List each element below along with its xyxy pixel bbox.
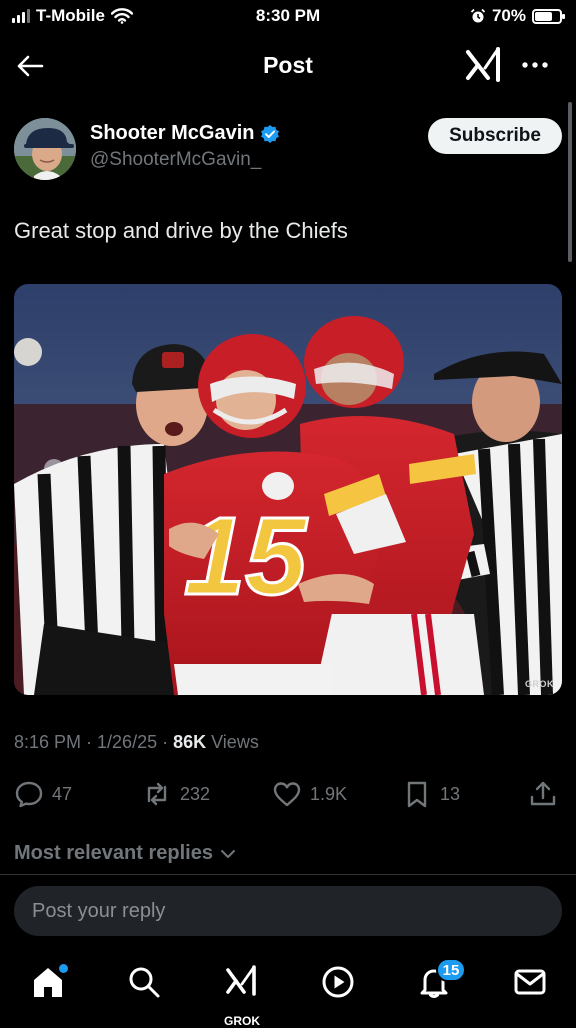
battery-icon bbox=[532, 8, 565, 24]
subscribe-button[interactable]: Subscribe bbox=[428, 118, 562, 154]
reply-button[interactable]: 47 bbox=[14, 776, 72, 812]
reply-input[interactable]: Post your reply bbox=[14, 886, 562, 936]
bottom-nav: GROK 15 bbox=[0, 950, 576, 1028]
scrollbar[interactable] bbox=[568, 102, 572, 262]
author-name[interactable]: Shooter McGavin bbox=[90, 122, 254, 145]
home-indicator-dot bbox=[59, 964, 68, 973]
author-handle[interactable]: @ShooterMcGavin_ bbox=[90, 149, 280, 171]
status-right: 70% bbox=[470, 6, 565, 26]
like-count: 1.9K bbox=[310, 783, 348, 804]
reply-placeholder: Post your reply bbox=[32, 900, 166, 922]
reply-icon bbox=[15, 781, 43, 808]
share-icon bbox=[530, 781, 556, 806]
nav-video[interactable] bbox=[316, 964, 360, 1008]
messages-icon bbox=[514, 969, 546, 995]
author-name-row: Shooter McGavin bbox=[90, 122, 280, 145]
avatar[interactable] bbox=[14, 118, 76, 180]
verified-badge-icon bbox=[261, 124, 280, 143]
views-label: Views bbox=[206, 732, 259, 752]
repost-button[interactable]: 232 bbox=[142, 776, 210, 812]
nav-home[interactable] bbox=[26, 964, 70, 1008]
nav-messages[interactable] bbox=[508, 964, 552, 1008]
notifications-badge: 15 bbox=[436, 958, 466, 982]
replies-sort-dropdown[interactable]: Most relevant replies bbox=[14, 842, 237, 865]
share-button[interactable] bbox=[528, 776, 558, 812]
battery-percent: 70% bbox=[491, 6, 526, 25]
like-icon bbox=[273, 782, 301, 807]
top-nav: Post bbox=[0, 36, 576, 96]
post-text: Great stop and drive by the Chiefs bbox=[14, 218, 348, 243]
bookmark-count: 13 bbox=[440, 783, 461, 804]
status-bar: T-Mobile 8:30 PM 70% bbox=[0, 0, 576, 32]
alarm-icon bbox=[470, 8, 486, 23]
repost-count: 232 bbox=[180, 783, 211, 804]
reply-count: 47 bbox=[52, 783, 73, 804]
divider bbox=[0, 874, 576, 875]
bookmark-button[interactable]: 13 bbox=[402, 776, 460, 812]
replies-sort-label: Most relevant replies bbox=[14, 842, 213, 864]
image-watermark: GROK bbox=[525, 679, 554, 689]
like-button[interactable]: 1.9K bbox=[272, 776, 347, 812]
author-info[interactable]: Shooter McGavin @ShooterMcGavin_ bbox=[90, 122, 280, 171]
post-image[interactable]: 15 GROK bbox=[14, 284, 562, 695]
nav-grok[interactable]: GROK bbox=[220, 964, 264, 1028]
repost-icon bbox=[147, 782, 167, 806]
grok-label: GROK bbox=[224, 1014, 260, 1028]
bookmark-icon bbox=[407, 781, 427, 808]
post-actions: 47 232 1.9K 13 bbox=[14, 776, 562, 812]
post-meta: 8:16 PM · 1/26/25 · 86K Views bbox=[14, 732, 259, 753]
xai-grok-icon[interactable] bbox=[464, 46, 504, 84]
search-icon bbox=[129, 967, 160, 998]
more-horizontal-icon[interactable] bbox=[518, 52, 552, 78]
nav-notifications[interactable]: 15 bbox=[412, 958, 466, 1008]
views-count: 86K bbox=[173, 732, 207, 752]
grok-icon bbox=[226, 965, 256, 996]
video-icon bbox=[322, 966, 354, 998]
nav-search[interactable] bbox=[122, 964, 166, 1008]
post-timestamp: 8:16 PM · 1/26/25 · bbox=[14, 732, 174, 752]
chevron-down-icon bbox=[220, 849, 235, 858]
